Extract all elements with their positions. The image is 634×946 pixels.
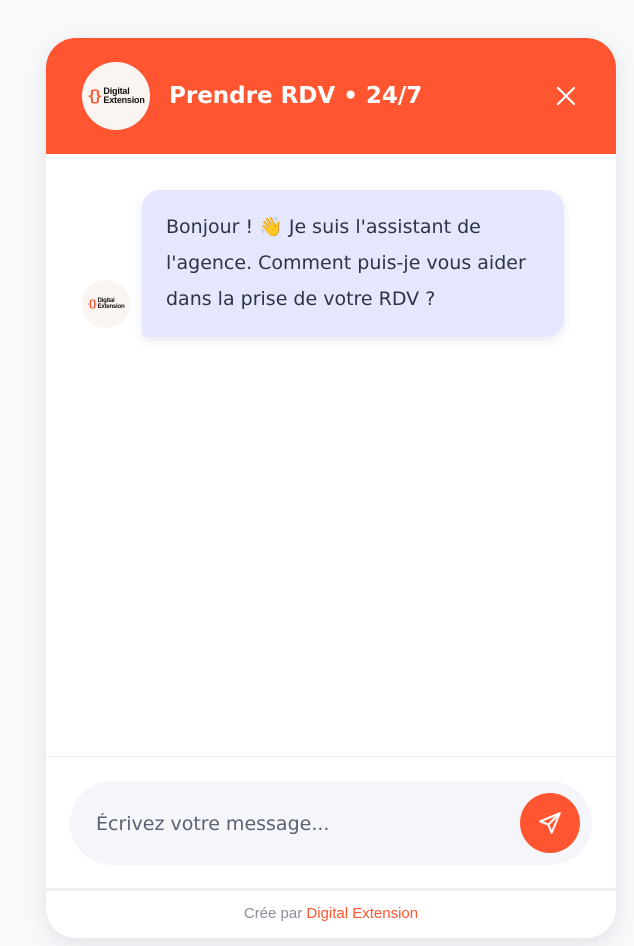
message-composer (70, 781, 592, 865)
bot-avatar-text: Digital Extension (98, 298, 125, 310)
close-button[interactable] (554, 84, 578, 108)
bot-message-bubble: Bonjour ! 👋 Je suis l'assistant de l'age… (142, 190, 564, 337)
close-icon (556, 86, 576, 106)
brand-logo-mark: {} (87, 87, 102, 105)
send-icon (539, 812, 561, 834)
composer-divider (46, 756, 616, 757)
bot-avatar-mark: {} (87, 298, 98, 310)
chat-title: Prendre RDV • 24/7 (169, 83, 423, 109)
chat-widget: {} Digital Extension Prendre RDV • 24/7 … (46, 38, 616, 938)
brand-logo-text: Digital Extension (103, 87, 144, 105)
message-input[interactable] (94, 805, 498, 843)
footer-divider (46, 888, 616, 891)
brand-logo-line2: Extension (103, 95, 145, 105)
bot-avatar-line2: Extension (97, 304, 125, 310)
bot-avatar: {} Digital Extension (82, 280, 130, 328)
footer-credit: Crée par Digital Extension (46, 904, 616, 924)
chat-header: {} Digital Extension Prendre RDV • 24/7 (46, 38, 616, 154)
send-button[interactable] (520, 793, 580, 853)
message-list: {} Digital Extension Bonjour ! 👋 Je suis… (46, 154, 616, 756)
footer-prefix: Crée par (243, 905, 303, 922)
footer-link[interactable]: Digital Extension (306, 905, 418, 922)
brand-logo: {} Digital Extension (82, 62, 150, 130)
